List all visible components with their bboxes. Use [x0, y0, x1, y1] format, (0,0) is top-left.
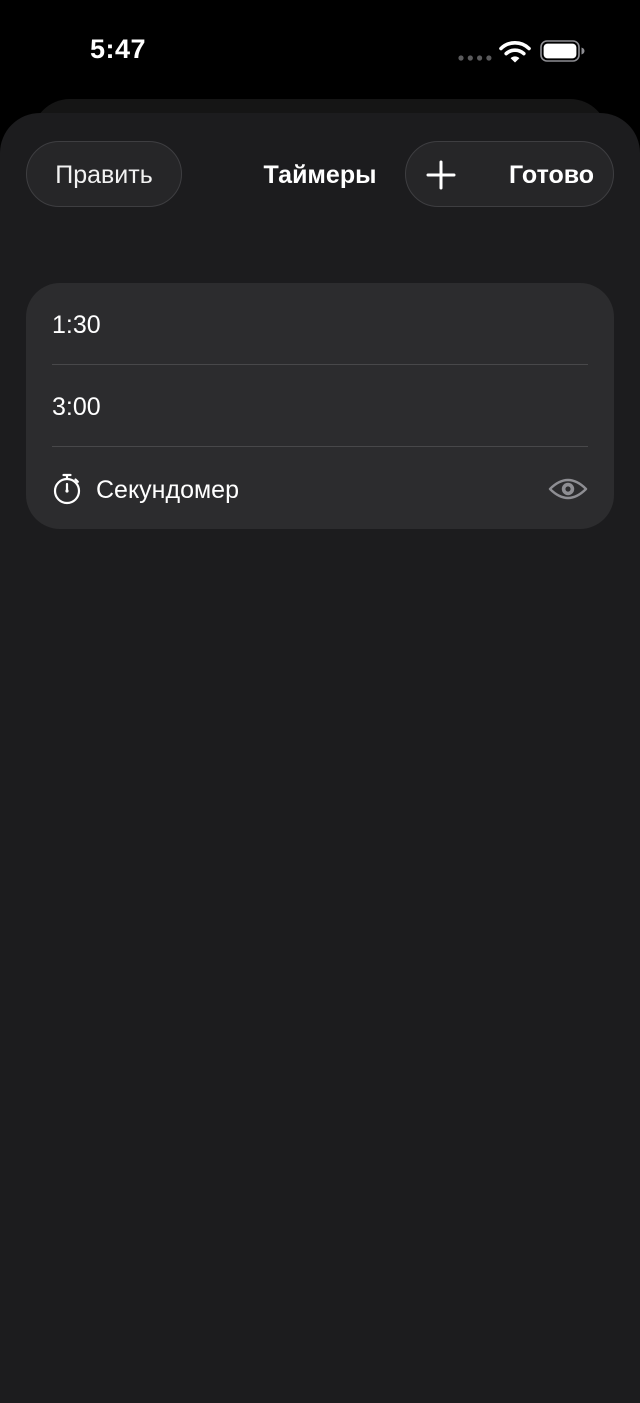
- battery-icon: [540, 40, 585, 62]
- list-item-timer-1[interactable]: 1:30: [26, 283, 614, 365]
- edit-button-label: Править: [55, 161, 153, 189]
- list-item-timer-2[interactable]: 3:00: [26, 365, 614, 447]
- wifi-icon: [499, 41, 531, 63]
- edit-button[interactable]: Править: [26, 141, 182, 207]
- eye-icon[interactable]: [548, 477, 588, 501]
- status-time: 5:47: [90, 34, 147, 64]
- stopwatch-icon: [53, 473, 81, 505]
- sheet-title: Таймеры: [263, 161, 377, 189]
- timer-duration: 3:00: [52, 393, 101, 421]
- plus-icon[interactable]: [425, 159, 457, 191]
- stopwatch-label: Секундомер: [96, 476, 239, 504]
- header-actions: Готово: [405, 141, 614, 207]
- list-item-stopwatch[interactable]: Секундомер: [26, 447, 614, 529]
- timer-duration: 1:30: [52, 311, 101, 339]
- status-bar: 5:47: [0, 0, 640, 100]
- signal-dots-icon: [458, 55, 492, 61]
- timers-list: 1:30 3:00 Секундомер: [26, 283, 614, 529]
- timers-sheet: Править Таймеры Готово 1:30 3:00 Секундо…: [0, 113, 640, 1403]
- done-button[interactable]: Готово: [509, 161, 594, 190]
